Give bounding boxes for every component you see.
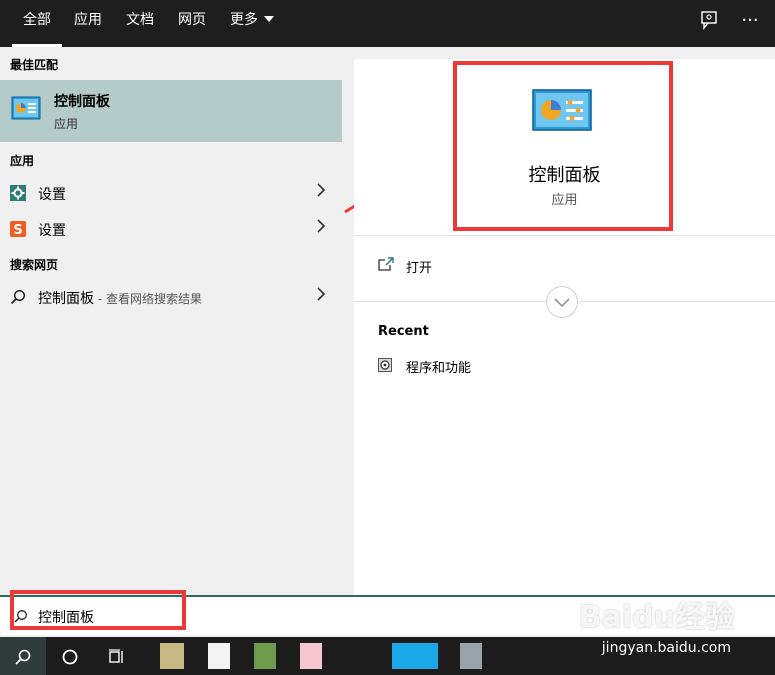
taskbar-app[interactable]: [160, 643, 184, 669]
chevron-right-icon[interactable]: [316, 218, 326, 238]
gear-icon: [10, 185, 26, 201]
open-action[interactable]: 打开: [354, 247, 775, 283]
web-search-subtext: - 查看网络搜索结果: [94, 292, 202, 306]
taskbar-app[interactable]: [460, 643, 482, 669]
results-pane: 最佳匹配 控制面板 应用 应用 设置 S 设置 搜索网页 控制面板 - 查看网络…: [0, 47, 342, 595]
taskbar-app[interactable]: [300, 643, 322, 669]
best-match-name: 控制面板: [54, 94, 110, 110]
recent-header: Recent: [378, 324, 429, 339]
web-search-label: 控制面板 - 查看网络搜索结果: [38, 288, 202, 308]
programs-features-icon: [378, 358, 392, 372]
sogou-settings-icon: S: [10, 221, 26, 237]
more-options-icon[interactable]: ···: [738, 10, 762, 32]
detail-pane: 控制面板 应用 打开 Recent 程序和功能: [354, 59, 775, 595]
best-match-header: 最佳匹配: [10, 58, 59, 72]
app-result-label: 设置: [38, 223, 66, 239]
cortana-button[interactable]: [47, 637, 93, 675]
best-match-type: 应用: [54, 117, 79, 131]
chevron-right-icon[interactable]: [316, 286, 326, 306]
tab-more[interactable]: 更多: [224, 0, 280, 47]
app-result-sogou-settings[interactable]: S 设置: [0, 212, 342, 246]
tab-apps[interactable]: 应用: [66, 0, 110, 47]
tab-apps-label: 应用: [74, 12, 102, 28]
web-search-header: 搜索网页: [10, 258, 59, 272]
apps-header: 应用: [10, 154, 35, 168]
annotation-highlight-box: [10, 590, 186, 630]
watermark-url: jingyan.baidu.com: [601, 640, 731, 656]
tab-all-label: 全部: [23, 12, 51, 28]
task-view-button[interactable]: [94, 637, 140, 675]
open-external-icon: [378, 257, 394, 271]
svg-text:S: S: [13, 223, 22, 237]
taskbar-app[interactable]: [392, 643, 438, 669]
tab-documents-label: 文档: [126, 12, 154, 28]
chevron-down-icon: [264, 16, 274, 22]
control-panel-icon: [11, 96, 41, 120]
web-search-query: 控制面板: [38, 291, 94, 307]
tab-all[interactable]: 全部: [12, 0, 62, 47]
app-result-label: 设置: [38, 187, 66, 203]
open-action-label: 打开: [406, 261, 433, 276]
search-icon: [15, 649, 31, 665]
taskbar-search-button[interactable]: [0, 637, 46, 675]
task-view-icon: [109, 649, 123, 663]
tab-documents[interactable]: 文档: [118, 0, 162, 47]
feedback-icon[interactable]: [697, 10, 721, 32]
annotation-highlight-box: [453, 61, 673, 231]
search-icon: [10, 289, 26, 305]
cortana-circle-icon: [62, 649, 78, 665]
expand-button[interactable]: [546, 286, 578, 318]
best-match-item[interactable]: 控制面板 应用: [0, 80, 342, 142]
chevron-right-icon[interactable]: [316, 182, 326, 202]
baidu-watermark-logo: Baidu经验: [578, 600, 735, 635]
app-result-settings[interactable]: 设置: [0, 176, 342, 210]
tab-web-label: 网页: [178, 12, 206, 28]
taskbar-app[interactable]: [254, 643, 276, 669]
tab-web[interactable]: 网页: [170, 0, 214, 47]
chevron-down-icon: [554, 298, 570, 308]
tab-more-label: 更多: [230, 12, 258, 28]
web-search-result[interactable]: 控制面板 - 查看网络搜索结果: [0, 280, 342, 314]
filter-tab-bar: 全部 应用 文档 网页 更多 ···: [0, 0, 775, 47]
taskbar-app[interactable]: [208, 643, 230, 669]
recent-item[interactable]: 程序和功能: [354, 351, 775, 381]
recent-item-label: 程序和功能: [406, 361, 472, 376]
